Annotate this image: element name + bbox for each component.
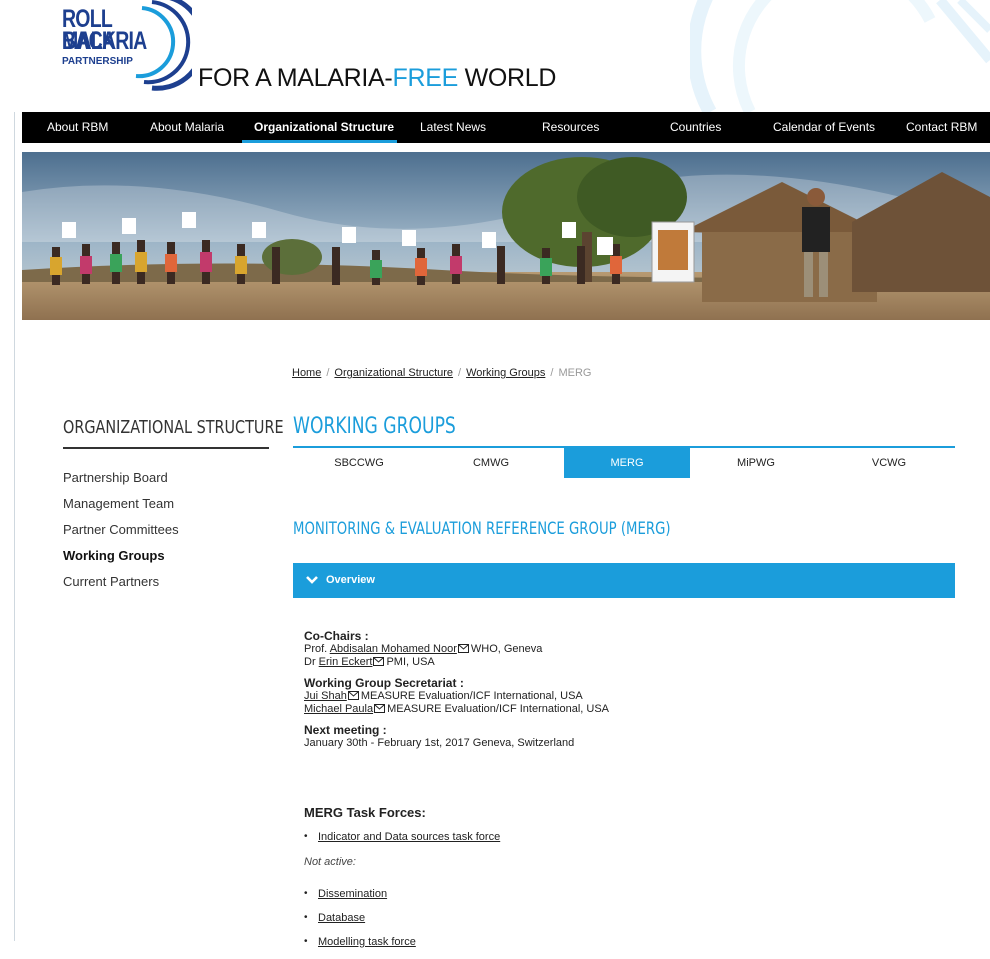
sidebar-title-rule [63,447,269,449]
person-link[interactable]: Michael Paula [304,703,373,715]
organization: MEASURE Evaluation/ICF International, US… [360,690,583,702]
envelope-icon[interactable] [373,657,385,666]
secretariat-label: Working Group Secretariat : [304,676,464,690]
sidebar-title: ORGANIZATIONAL STRUCTURE [63,417,284,438]
nav-active-indicator [242,140,397,143]
site-header: ROLL BACK MALARIA PARTNERSHIP FOR A MALA… [0,0,990,112]
tab-vcwg[interactable]: VCWG [823,448,955,478]
page-border [14,0,15,941]
chevron-down-icon [306,576,318,584]
secretariat-row: Jui Shah MEASURE Evaluation/ICF Internati… [304,690,944,703]
nav-latest-news[interactable]: Latest News [420,112,486,143]
envelope-icon[interactable] [374,704,386,713]
overview-accordion-header[interactable]: Overview [293,563,955,598]
sidebar-nav: Partnership Board Management Team Partne… [63,470,179,600]
header-decoration-arcs [690,0,990,112]
task-force-link[interactable]: Database [318,912,365,924]
cochair-row: Dr Erin Eckert PMI, USA [304,656,944,669]
working-group-tabs: SBCCWG CMWG MERG MiPWG VCWG [293,448,955,478]
list-item: Modelling task force [304,935,416,959]
breadcrumb-home[interactable]: Home [292,367,321,379]
organization: PMI, USA [386,656,435,668]
nav-contact-rbm[interactable]: Contact RBM [906,112,977,143]
envelope-icon[interactable] [457,644,469,653]
nav-about-rbm[interactable]: About RBM [47,112,108,143]
site-tagline: FOR A MALARIA-FREE WORLD [198,64,556,93]
page-title: WORKING GROUPS [293,414,456,439]
sidebar-item-partner-committees[interactable]: Partner Committees [63,522,179,548]
breadcrumb-separator: / [326,367,330,379]
tagline-accent: FREE [392,64,458,92]
task-force-link[interactable]: Modelling task force [318,936,416,948]
meeting-group: Next meeting : January 30th - February 1… [304,724,944,750]
active-task-forces-list: Indicator and Data sources task force [304,830,500,854]
sidebar-item-partnership-board[interactable]: Partnership Board [63,470,179,496]
nav-organizational-structure[interactable]: Organizational Structure [254,112,394,143]
tab-merg[interactable]: MERG [564,448,690,478]
cochair-row: Prof. Abdisalan Mohamed Noor WHO, Geneva [304,643,944,656]
nav-countries[interactable]: Countries [670,112,721,143]
tagline-main: FOR A MALARIA- [198,64,393,92]
task-forces-heading: MERG Task Forces: [304,805,426,820]
list-item: Indicator and Data sources task force [304,830,500,854]
person-link[interactable]: Abdisalan Mohamed Noor [330,643,457,655]
list-item: Dissemination [304,887,416,911]
name-prefix: Prof. [304,643,330,655]
breadcrumb: Home / Organizational Structure / Working Gr… [292,367,591,379]
main-nav: About RBM About Malaria Organizational S… [22,112,990,143]
task-force-link[interactable]: Indicator and Data sources task force [318,831,500,843]
list-item: Database [304,911,416,935]
hero-photo [22,152,990,320]
inactive-task-forces-list: Dissemination Database Modelling task fo… [304,887,416,959]
person-link[interactable]: Erin Eckert [319,656,373,668]
sidebar-item-current-partners[interactable]: Current Partners [63,574,179,600]
nav-resources[interactable]: Resources [542,112,599,143]
section-title: MONITORING & EVALUATION REFERENCE GROUP … [293,519,671,539]
task-force-link[interactable]: Dissemination [318,888,387,900]
tab-mipwg[interactable]: MiPWG [690,448,822,478]
hero-banner-image [22,152,990,320]
name-prefix: Dr [304,656,319,668]
organization: MEASURE Evaluation/ICF International, US… [387,703,610,715]
breadcrumb-current: MERG [558,367,592,379]
logo-text-malaria: MALARIA [62,27,147,55]
nav-calendar-of-events[interactable]: Calendar of Events [773,112,875,143]
rbm-logo[interactable]: ROLL BACK MALARIA PARTNERSHIP [62,0,192,92]
sidebar-item-working-groups[interactable]: Working Groups [63,548,179,574]
breadcrumb-separator: / [458,367,462,379]
cochairs-label: Co-Chairs : [304,629,369,643]
overview-content: Co-Chairs : Prof. Abdisalan Mohamed Noor… [304,630,944,758]
nav-about-malaria[interactable]: About Malaria [150,112,224,143]
person-link[interactable]: Jui Shah [304,690,347,702]
next-meeting-label: Next meeting : [304,723,387,737]
secretariat-group: Working Group Secretariat : Jui Shah MEAS… [304,677,944,716]
accordion-label: Overview [326,574,375,586]
secretariat-row: Michael Paula MEASURE Evaluation/ICF Inte… [304,703,944,716]
tagline-end: WORLD [457,64,557,92]
envelope-icon[interactable] [347,691,359,700]
breadcrumb-separator: / [550,367,554,379]
next-meeting-value: January 30th - February 1st, 2017 Geneva… [304,737,575,749]
breadcrumb-working-groups[interactable]: Working Groups [466,367,545,379]
not-active-label: Not active: [304,856,356,868]
sidebar-item-management-team[interactable]: Management Team [63,496,179,522]
logo-text-partnership: PARTNERSHIP [62,56,133,68]
tab-cmwg[interactable]: CMWG [425,448,557,478]
cochairs-group: Co-Chairs : Prof. Abdisalan Mohamed Noor… [304,630,944,669]
tab-sbccwg[interactable]: SBCCWG [293,448,425,478]
organization: WHO, Geneva [470,643,543,655]
breadcrumb-organizational-structure[interactable]: Organizational Structure [334,367,453,379]
